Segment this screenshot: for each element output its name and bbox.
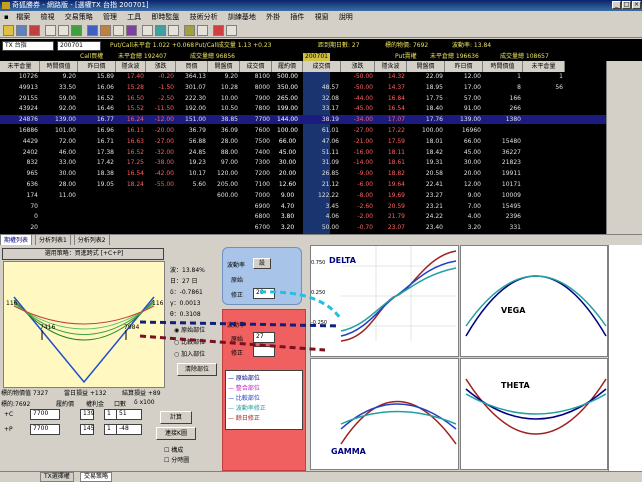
status-bar: TX選擇權 交易策略 [0, 471, 642, 482]
arrow-days [139, 334, 326, 352]
overlay-arrows [139, 290, 342, 352]
arrow-vol [259, 290, 342, 319]
arrow-delta [139, 320, 341, 328]
